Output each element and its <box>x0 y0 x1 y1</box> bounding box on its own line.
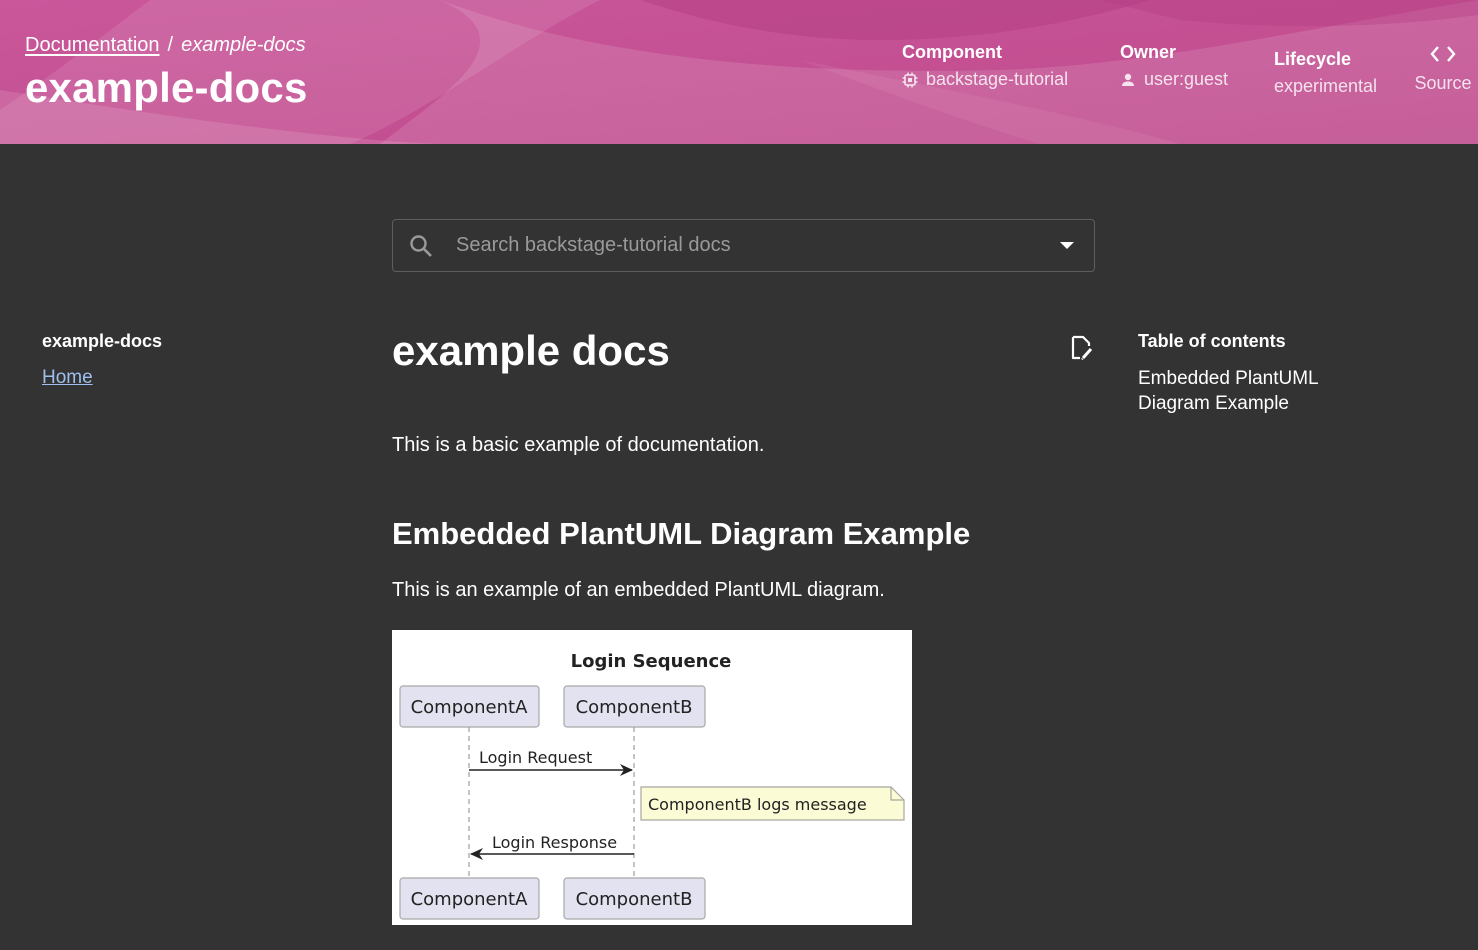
section-heading: Embedded PlantUML Diagram Example <box>392 516 971 551</box>
chevron-down-icon[interactable] <box>1060 242 1074 249</box>
edit-page-icon[interactable] <box>1070 335 1094 361</box>
plantuml-diagram: Login Sequence ComponentA ComponentB Log… <box>392 630 912 925</box>
participant-top-component-a: ComponentA <box>399 685 540 728</box>
meta-owner-value[interactable]: user:guest <box>1120 69 1228 90</box>
intro-paragraph: This is a basic example of documentation… <box>392 434 765 456</box>
breadcrumb-documentation-link[interactable]: Documentation <box>25 34 160 56</box>
meta-lifecycle: Lifecycle experimental <box>1274 49 1377 97</box>
source-label: Source <box>1414 73 1472 93</box>
toc-title: Table of contents <box>1138 331 1286 351</box>
sequence-diagram: Login Sequence ComponentA ComponentB Log… <box>399 651 905 920</box>
breadcrumb: Documentation / example-docs <box>25 34 306 57</box>
source-link[interactable]: Source <box>1413 44 1473 94</box>
breadcrumb-current: example-docs <box>181 34 306 56</box>
meta-component-value[interactable]: backstage-tutorial <box>902 69 1068 90</box>
note-componentb-logs: ComponentB logs message <box>640 786 905 821</box>
sidebar-item-home[interactable]: Home <box>42 367 93 389</box>
chip-icon <box>902 72 918 87</box>
toc-item-embedded-plantuml[interactable]: Embedded PlantUML Diagram Example <box>1138 366 1358 416</box>
section-paragraph: This is an example of an embedded PlantU… <box>392 579 885 601</box>
page-title: example-docs <box>25 64 308 111</box>
participant-top-component-b: ComponentB <box>563 685 706 728</box>
meta-component-label: Component <box>902 42 1002 62</box>
participant-bottom-component-a: ComponentA <box>399 877 540 920</box>
svg-text:ComponentB logs message: ComponentB logs message <box>648 795 867 814</box>
diagram-title: Login Sequence <box>571 651 732 672</box>
meta-owner-name: user:guest <box>1144 69 1229 89</box>
meta-component-name: backstage-tutorial <box>926 69 1069 89</box>
message-login-request: Login Request <box>469 748 633 776</box>
meta-lifecycle-label: Lifecycle <box>1274 49 1352 69</box>
sidebar-title: example-docs <box>42 331 163 351</box>
svg-text:Login Response: Login Response <box>492 833 617 852</box>
meta-owner: Owner user:guest <box>1120 42 1228 90</box>
code-icon <box>1430 46 1456 62</box>
svg-text:ComponentA: ComponentA <box>411 697 529 718</box>
meta-lifecycle-value: experimental <box>1274 76 1378 96</box>
doc-title: example docs <box>392 327 670 374</box>
meta-owner-label: Owner <box>1120 42 1177 62</box>
svg-text:ComponentB: ComponentB <box>576 889 693 910</box>
docs-search-bar <box>392 219 1095 272</box>
participant-bottom-component-b: ComponentB <box>563 877 706 920</box>
page-header: Documentation / example-docs example-docs … <box>0 0 1478 144</box>
person-icon <box>1122 73 1134 86</box>
svg-text:Login Request: Login Request <box>479 748 592 767</box>
svg-text:ComponentB: ComponentB <box>576 697 693 718</box>
svg-text:ComponentA: ComponentA <box>411 889 529 910</box>
breadcrumb-separator: / <box>167 34 174 56</box>
search-input[interactable] <box>456 234 1060 257</box>
search-icon <box>410 234 432 257</box>
meta-component: Component backstage-tutorial <box>902 42 1068 90</box>
message-login-response: Login Response <box>470 833 634 860</box>
